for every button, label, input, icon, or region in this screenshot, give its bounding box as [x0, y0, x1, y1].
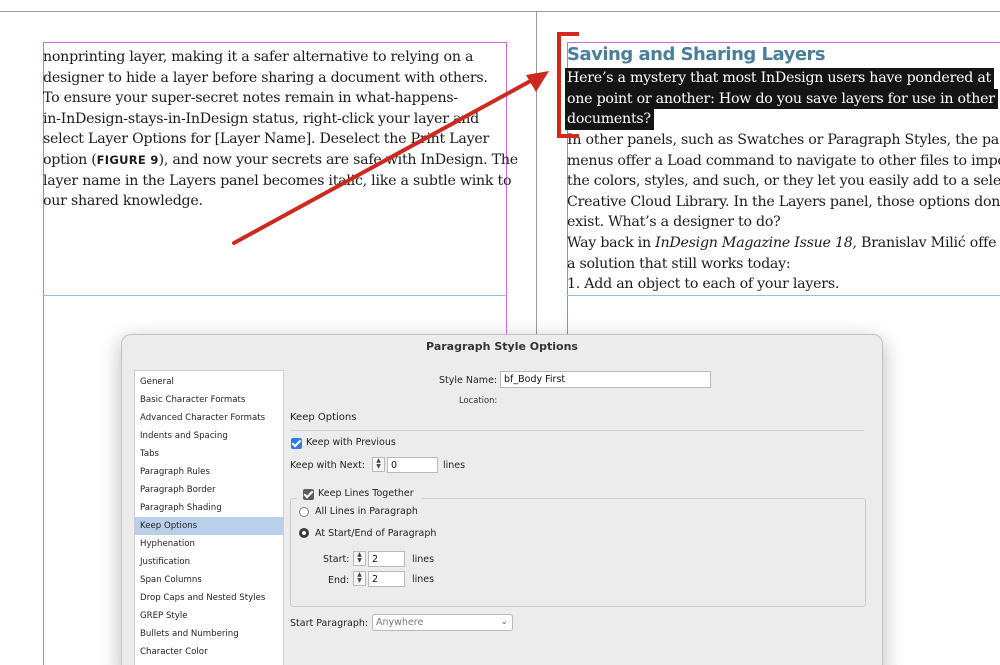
- category-drop-caps-nested-styles[interactable]: Drop Caps and Nested Styles: [135, 589, 283, 607]
- start-lines-input[interactable]: 2: [368, 551, 405, 567]
- start-lines-stepper[interactable]: ▲ ▼: [353, 551, 366, 566]
- category-paragraph-border[interactable]: Paragraph Border: [135, 481, 283, 499]
- start-paragraph-value: Anywhere: [376, 617, 424, 628]
- start-lines-label: Start:: [323, 554, 350, 565]
- keep-with-previous-checkbox[interactable]: [291, 438, 302, 449]
- start-lines-unit: lines: [412, 554, 435, 565]
- indesign-spread: nonprinting layer, making it a safer alt…: [0, 0, 1000, 665]
- category-general[interactable]: General: [135, 373, 283, 391]
- paragraph-style-options-dialog[interactable]: Paragraph Style Options General Basic Ch…: [121, 334, 883, 665]
- start-paragraph-label: Start Paragraph:: [290, 618, 369, 629]
- start-paragraph-select[interactable]: Anywhere ⌄: [372, 614, 513, 631]
- category-paragraph-rules[interactable]: Paragraph Rules: [135, 463, 283, 481]
- at-start-end-radio[interactable]: [299, 528, 309, 538]
- end-lines-input[interactable]: 2: [368, 571, 405, 587]
- keep-with-next-unit: lines: [443, 460, 466, 471]
- all-lines-label: All Lines in Paragraph: [315, 506, 418, 517]
- at-start-end-label: At Start/End of Paragraph: [315, 528, 437, 539]
- category-indents-and-spacing[interactable]: Indents and Spacing: [135, 427, 283, 445]
- keep-with-next-stepper[interactable]: ▲ ▼: [372, 457, 385, 472]
- category-justification[interactable]: Justification: [135, 553, 283, 571]
- chevron-down-icon: ⌄: [500, 617, 508, 627]
- style-name-label: Style Name:: [439, 375, 498, 386]
- category-character-color[interactable]: Character Color: [135, 643, 283, 661]
- section-divider: [290, 430, 864, 431]
- keep-lines-together-checkbox[interactable]: [303, 489, 314, 500]
- category-keep-options[interactable]: Keep Options: [135, 517, 283, 535]
- category-hyphenation[interactable]: Hyphenation: [135, 535, 283, 553]
- category-paragraph-shading[interactable]: Paragraph Shading: [135, 499, 283, 517]
- all-lines-radio[interactable]: [299, 507, 309, 517]
- category-basic-character-formats[interactable]: Basic Character Formats: [135, 391, 283, 409]
- end-lines-stepper[interactable]: ▲ ▼: [353, 571, 366, 586]
- category-tabs[interactable]: Tabs: [135, 445, 283, 463]
- keep-with-next-input[interactable]: 0: [387, 457, 438, 473]
- end-lines-unit: lines: [412, 574, 435, 585]
- keep-with-previous-label: Keep with Previous: [306, 437, 396, 448]
- options-category-list[interactable]: General Basic Character Formats Advanced…: [134, 370, 284, 665]
- dialog-title: Paragraph Style Options: [426, 340, 578, 353]
- category-span-columns[interactable]: Span Columns: [135, 571, 283, 589]
- category-bullets-and-numbering[interactable]: Bullets and Numbering: [135, 625, 283, 643]
- keep-with-next-label: Keep with Next:: [290, 460, 366, 471]
- style-name-input[interactable]: bf_Body First: [500, 371, 711, 388]
- end-lines-label: End:: [328, 575, 350, 586]
- category-advanced-character-formats[interactable]: Advanced Character Formats: [135, 409, 283, 427]
- location-label: Location:: [459, 395, 498, 405]
- keep-lines-together-label: Keep Lines Together: [318, 488, 414, 499]
- category-grep-style[interactable]: GREP Style: [135, 607, 283, 625]
- section-title: Keep Options: [290, 412, 357, 423]
